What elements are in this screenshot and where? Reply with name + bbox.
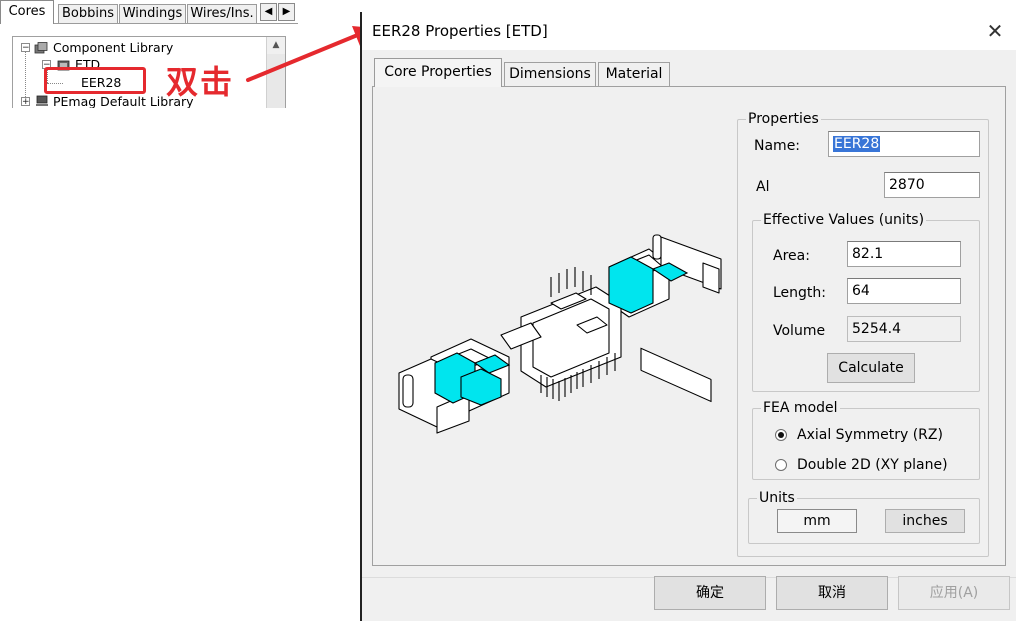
expand-icon[interactable]: +: [21, 97, 30, 107]
annotation-double-click-label: 双击: [166, 63, 235, 101]
units-label: Units: [757, 489, 797, 507]
tab-windings[interactable]: Windings: [119, 4, 186, 23]
tree-connector: [25, 51, 26, 103]
cancel-button[interactable]: 取消: [776, 576, 888, 610]
tab-material[interactable]: Material: [598, 62, 670, 86]
length-label: Length:: [773, 285, 827, 301]
double-2d-label[interactable]: Double 2D (XY plane): [797, 456, 948, 474]
dialog-title: EER28 Properties [ETD]: [372, 22, 548, 40]
area-label: Area:: [773, 248, 810, 264]
properties-group: Properties Name: EER28 Al 2870 Effective…: [737, 110, 989, 557]
area-field[interactable]: 82.1: [847, 241, 961, 267]
collapse-icon[interactable]: −: [21, 43, 30, 53]
dialog-titlebar[interactable]: EER28 Properties [ETD] ✕: [362, 12, 1016, 50]
mm-button[interactable]: mm: [777, 509, 857, 533]
double-2d-radio[interactable]: [775, 459, 787, 471]
computer-icon: [36, 95, 48, 106]
core-properties-dialog: EER28 Properties [ETD] ✕ Core Properties…: [360, 12, 1016, 621]
ok-button[interactable]: 确定: [654, 576, 766, 610]
core-exploded-drawing: [398, 234, 722, 434]
al-label: Al: [756, 179, 770, 195]
properties-group-label: Properties: [746, 110, 821, 128]
name-field[interactable]: EER28: [828, 131, 980, 157]
name-value: EER28: [833, 136, 881, 152]
close-icon[interactable]: ✕: [982, 19, 1008, 43]
library-icon: [34, 42, 48, 54]
annotation-arrow-icon: [246, 26, 374, 82]
al-field[interactable]: 2870: [884, 172, 980, 198]
core-properties-page: Properties Name: EER28 Al 2870 Effective…: [372, 86, 1006, 566]
calculate-button[interactable]: Calculate: [827, 353, 915, 383]
name-label: Name:: [754, 138, 801, 154]
fea-model-label: FEA model: [761, 399, 840, 417]
length-field[interactable]: 64: [847, 278, 961, 304]
tab-core-properties[interactable]: Core Properties: [374, 58, 502, 87]
tree-item-component-library[interactable]: Component Library: [53, 40, 173, 55]
fea-model-group: FEA model Axial Symmetry (RZ) Double 2D …: [752, 399, 980, 480]
tab-bobbins[interactable]: Bobbins: [58, 4, 118, 23]
effective-values-label: Effective Values (units): [761, 211, 927, 229]
volume-label: Volume: [773, 323, 826, 339]
units-group: Units mm inches: [748, 489, 980, 544]
volume-field: 5254.4: [847, 316, 961, 342]
apply-button: 应用(A): [898, 576, 1010, 610]
tab-cores[interactable]: Cores: [0, 0, 54, 24]
axial-symmetry-label[interactable]: Axial Symmetry (RZ): [797, 426, 943, 444]
tab-dimensions[interactable]: Dimensions: [504, 62, 596, 86]
annotation-highlight-box: [44, 67, 146, 94]
effective-values-group: Effective Values (units) Area: 82.1 Leng…: [752, 211, 980, 392]
axial-symmetry-radio[interactable]: [775, 429, 787, 441]
inches-button[interactable]: inches: [885, 509, 965, 533]
